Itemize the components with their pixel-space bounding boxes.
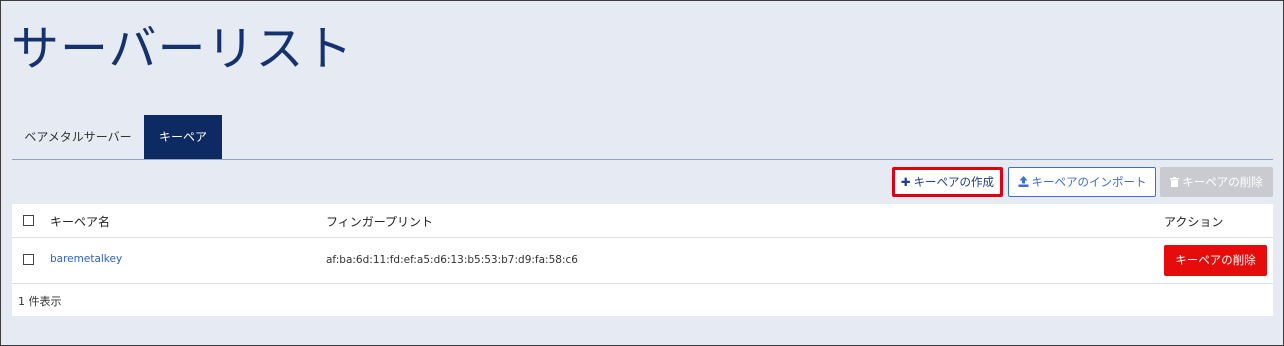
row-checkbox[interactable]	[23, 254, 34, 265]
import-keypair-label: キーペアのインポート	[1031, 175, 1147, 189]
trash-icon	[1170, 168, 1180, 196]
column-header-fingerprint: フィンガープリント	[326, 215, 434, 229]
keypair-table: キーペア名 フィンガープリント アクション baremetalkey af:ba…	[12, 204, 1273, 316]
delete-keypair-toolbar-label: キーペアの削除	[1182, 175, 1263, 189]
table-row: baremetalkey af:ba:6d:11:fd:ef:a5:d6:13:…	[12, 238, 1273, 284]
table-header-row: キーペア名 フィンガープリント アクション	[12, 204, 1273, 238]
column-header-keypair-name: キーペア名	[50, 215, 111, 229]
app-window: サーバーリスト ベアメタルサーバー キーペア ✚ キーペアの作成 キーペアのインポ…	[0, 0, 1284, 346]
column-header-action: アクション	[1164, 215, 1224, 229]
keypair-fingerprint: af:ba:6d:11:fd:ef:a5:d6:13:b5:53:b7:d9:f…	[326, 254, 578, 266]
table-footer: 1 件表示	[12, 284, 1273, 316]
tab-baremetal-servers[interactable]: ベアメタルサーバー	[12, 115, 144, 159]
delete-keypair-row-button[interactable]: キーペアの削除	[1164, 245, 1267, 276]
upload-icon	[1018, 168, 1029, 196]
tab-divider	[12, 159, 1273, 160]
select-all-checkbox[interactable]	[23, 215, 34, 226]
result-count: 1 件表示	[18, 295, 62, 308]
delete-keypair-toolbar-button[interactable]: キーペアの削除	[1160, 167, 1273, 197]
create-keypair-label: キーペアの作成	[913, 175, 995, 189]
import-keypair-button[interactable]: キーペアのインポート	[1008, 167, 1156, 197]
create-keypair-button[interactable]: ✚ キーペアの作成	[892, 167, 1003, 197]
plus-icon: ✚	[900, 175, 911, 189]
tab-keypairs[interactable]: キーペア	[144, 115, 222, 159]
keypair-name-link[interactable]: baremetalkey	[50, 253, 122, 265]
page-title: サーバーリスト	[11, 21, 354, 77]
